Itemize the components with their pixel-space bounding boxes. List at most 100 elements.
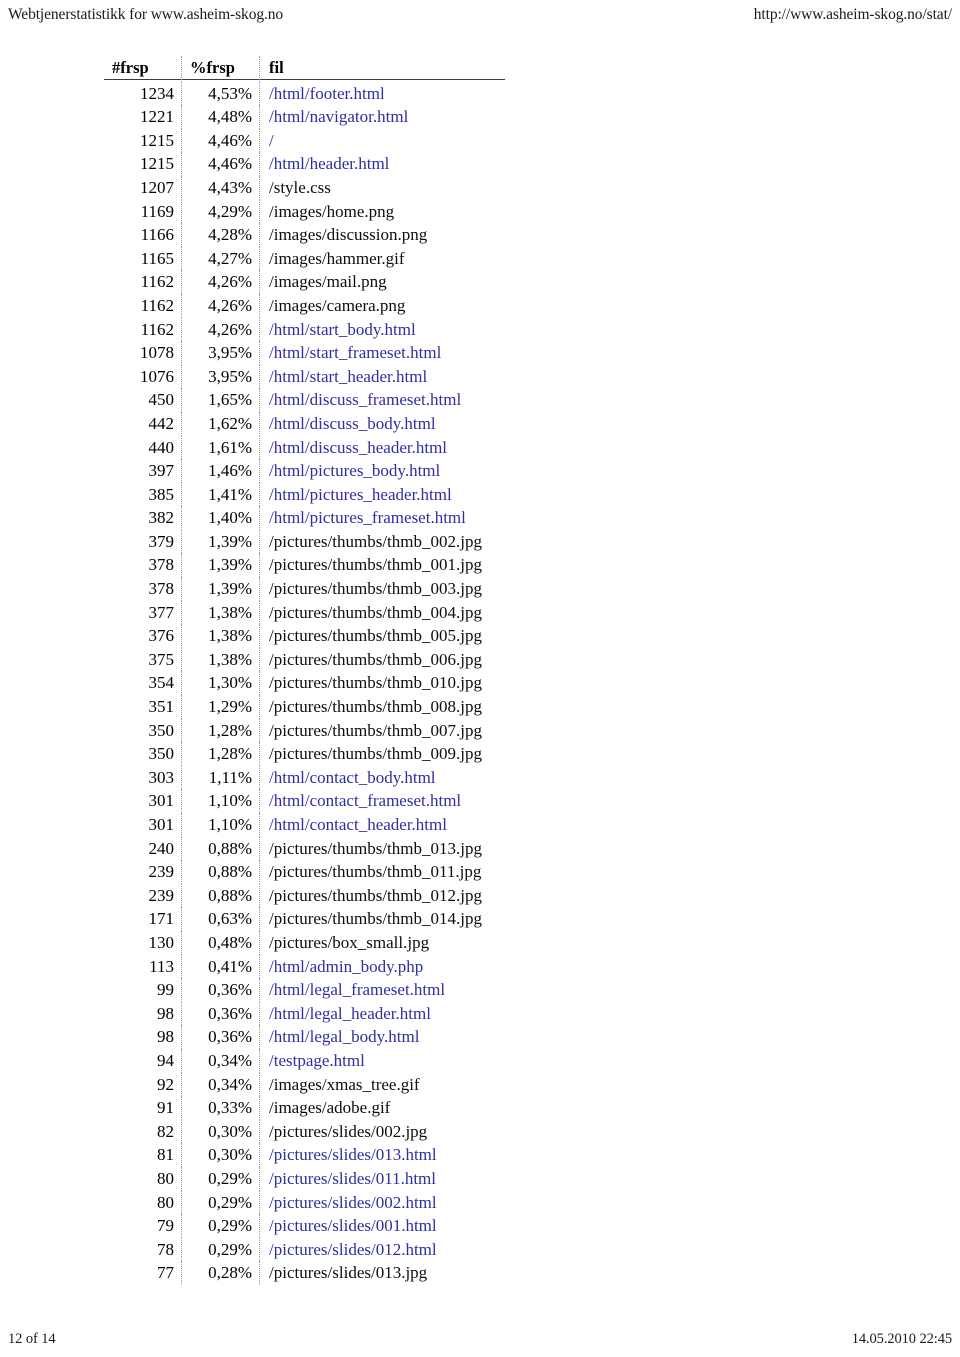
cell-request-percent: 0,30% bbox=[181, 1143, 260, 1167]
cell-file-path: /html/discuss_body.html bbox=[260, 412, 489, 436]
cell-request-percent: 1,38% bbox=[181, 624, 260, 648]
table-row: 1207 4,43% /style.css bbox=[104, 175, 489, 200]
cell-file-path: /pictures/thumbs/thmb_012.jpg bbox=[260, 884, 489, 908]
file-path-link[interactable]: /html/contact_frameset.html bbox=[269, 791, 461, 810]
table-row: 350 1,28% /pictures/thumbs/thmb_009.jpg bbox=[104, 742, 489, 766]
table-row: 92 0,34% /images/xmas_tree.gif bbox=[104, 1072, 489, 1097]
cell-request-count: 1207 bbox=[104, 175, 182, 200]
cell-request-percent: 0,34% bbox=[181, 1048, 260, 1073]
table-head: #frsp %frsp fil bbox=[104, 56, 489, 82]
file-path-link[interactable]: /html/admin_body.php bbox=[269, 957, 423, 976]
file-path-link[interactable]: /html/start_frameset.html bbox=[269, 343, 441, 362]
file-path-link[interactable]: /pictures/slides/001.html bbox=[269, 1216, 437, 1235]
cell-request-count: 78 bbox=[104, 1237, 182, 1262]
file-path-link[interactable]: /html/pictures_header.html bbox=[269, 485, 452, 504]
file-path-text: /pictures/slides/002.jpg bbox=[269, 1121, 428, 1141]
cell-file-path: /html/admin_body.php bbox=[260, 955, 489, 979]
cell-request-count: 377 bbox=[104, 600, 182, 625]
cell-request-count: 1076 bbox=[104, 364, 182, 389]
stats-table-container: #frsp %frsp fil 1234 4,53% /html/footer.ht… bbox=[104, 56, 624, 1285]
cell-request-percent: 0,33% bbox=[181, 1096, 260, 1120]
file-path-text: /pictures/slides/013.jpg bbox=[269, 1263, 428, 1283]
cell-file-path: /pictures/slides/011.html bbox=[260, 1167, 489, 1191]
file-path-text: /pictures/thumbs/thmb_008.jpg bbox=[269, 697, 482, 717]
cell-request-percent: 1,46% bbox=[181, 459, 260, 483]
file-path-link[interactable]: /html/legal_body.html bbox=[269, 1027, 419, 1046]
cell-request-count: 1215 bbox=[104, 128, 182, 153]
cell-request-count: 82 bbox=[104, 1119, 182, 1144]
cell-file-path: /pictures/box_small.jpg bbox=[260, 931, 489, 955]
cell-request-count: 440 bbox=[104, 435, 182, 460]
cell-file-path: /html/contact_frameset.html bbox=[260, 789, 489, 813]
file-path-link[interactable]: /pictures/slides/011.html bbox=[269, 1169, 436, 1188]
cell-request-count: 130 bbox=[104, 930, 182, 955]
cell-file-path: /images/mail.png bbox=[260, 270, 489, 294]
file-path-link[interactable]: /pictures/slides/002.html bbox=[269, 1193, 437, 1212]
report-source-url: http://www.asheim-skog.no/stat/ bbox=[753, 6, 952, 23]
file-path-link[interactable]: /html/discuss_header.html bbox=[269, 438, 447, 457]
cell-request-percent: 3,95% bbox=[181, 364, 260, 389]
cell-file-path: /html/legal_frameset.html bbox=[260, 978, 489, 1002]
file-path-link[interactable]: /pictures/slides/013.html bbox=[269, 1145, 437, 1164]
file-path-link[interactable]: /html/start_body.html bbox=[269, 320, 416, 339]
table-row: 1169 4,29% /images/home.png bbox=[104, 199, 489, 224]
table-row: 239 0,88% /pictures/thumbs/thmb_012.jpg bbox=[104, 883, 489, 908]
cell-request-count: 376 bbox=[104, 624, 182, 648]
cell-request-percent: 0,63% bbox=[181, 907, 260, 931]
cell-request-percent: 4,48% bbox=[181, 105, 260, 129]
file-path-link[interactable]: /html/legal_frameset.html bbox=[269, 980, 445, 999]
file-path-link[interactable]: /html/discuss_body.html bbox=[269, 414, 436, 433]
table-row: 1234 4,53% /html/footer.html bbox=[104, 81, 489, 106]
cell-request-percent: 4,53% bbox=[181, 81, 260, 106]
table-row: 1162 4,26% /html/start_body.html bbox=[104, 317, 489, 342]
cell-file-path: /html/pictures_header.html bbox=[260, 483, 489, 507]
cell-request-percent: 1,10% bbox=[181, 789, 260, 813]
cell-request-percent: 1,62% bbox=[181, 411, 260, 436]
table-row: 239 0,88% /pictures/thumbs/thmb_011.jpg bbox=[104, 860, 489, 884]
table-row: 1162 4,26% /images/mail.png bbox=[104, 270, 489, 294]
cell-request-percent: 1,39% bbox=[181, 529, 260, 554]
cell-request-percent: 1,61% bbox=[181, 435, 260, 460]
cell-request-percent: 1,65% bbox=[181, 388, 260, 412]
file-path-link[interactable]: /html/contact_body.html bbox=[269, 768, 436, 787]
table-row: 350 1,28% /pictures/thumbs/thmb_007.jpg bbox=[104, 718, 489, 743]
table-header-row: #frsp %frsp fil bbox=[104, 56, 489, 82]
table-row: 377 1,38% /pictures/thumbs/thmb_004.jpg bbox=[104, 600, 489, 625]
cell-file-path: /html/discuss_header.html bbox=[260, 436, 489, 460]
column-header-count: #frsp bbox=[104, 56, 182, 82]
cell-request-count: 1215 bbox=[104, 152, 182, 176]
cell-request-percent: 0,36% bbox=[181, 978, 260, 1002]
file-path-link[interactable]: /pictures/slides/012.html bbox=[269, 1240, 437, 1259]
file-path-link[interactable]: / bbox=[269, 131, 274, 150]
file-path-link[interactable]: /html/footer.html bbox=[269, 84, 385, 103]
cell-request-count: 80 bbox=[104, 1166, 182, 1191]
file-path-link[interactable]: /html/navigator.html bbox=[269, 107, 408, 126]
file-path-link[interactable]: /html/legal_header.html bbox=[269, 1004, 431, 1023]
file-path-link[interactable]: /html/discuss_frameset.html bbox=[269, 390, 461, 409]
cell-request-count: 385 bbox=[104, 482, 182, 507]
cell-request-count: 450 bbox=[104, 388, 182, 412]
table-row: 382 1,40% /html/pictures_frameset.html bbox=[104, 506, 489, 530]
cell-request-count: 98 bbox=[104, 1025, 182, 1049]
cell-file-path: /pictures/thumbs/thmb_007.jpg bbox=[260, 719, 489, 743]
cell-file-path: /html/navigator.html bbox=[260, 105, 489, 129]
cell-request-count: 91 bbox=[104, 1096, 182, 1120]
file-path-text: /images/hammer.gif bbox=[269, 248, 405, 268]
cell-request-count: 79 bbox=[104, 1214, 182, 1238]
file-path-link[interactable]: /html/header.html bbox=[269, 154, 389, 173]
file-path-link[interactable]: /html/contact_header.html bbox=[269, 815, 447, 834]
cell-request-percent: 4,29% bbox=[181, 199, 260, 224]
cell-request-count: 171 bbox=[104, 907, 182, 931]
cell-request-count: 94 bbox=[104, 1048, 182, 1073]
file-path-link[interactable]: /html/pictures_body.html bbox=[269, 461, 440, 480]
table-row: 301 1,10% /html/contact_frameset.html bbox=[104, 789, 489, 813]
file-path-text: /pictures/thumbs/thmb_007.jpg bbox=[269, 720, 482, 740]
cell-request-count: 350 bbox=[104, 742, 182, 766]
file-path-link[interactable]: /html/start_header.html bbox=[269, 367, 427, 386]
cell-file-path: /style.css bbox=[260, 176, 489, 200]
file-path-link[interactable]: /html/pictures_frameset.html bbox=[269, 508, 466, 527]
file-path-link[interactable]: /testpage.html bbox=[269, 1051, 365, 1070]
cell-request-count: 350 bbox=[104, 718, 182, 743]
table-row: 1215 4,46% / bbox=[104, 128, 489, 153]
table-row: 354 1,30% /pictures/thumbs/thmb_010.jpg bbox=[104, 671, 489, 696]
